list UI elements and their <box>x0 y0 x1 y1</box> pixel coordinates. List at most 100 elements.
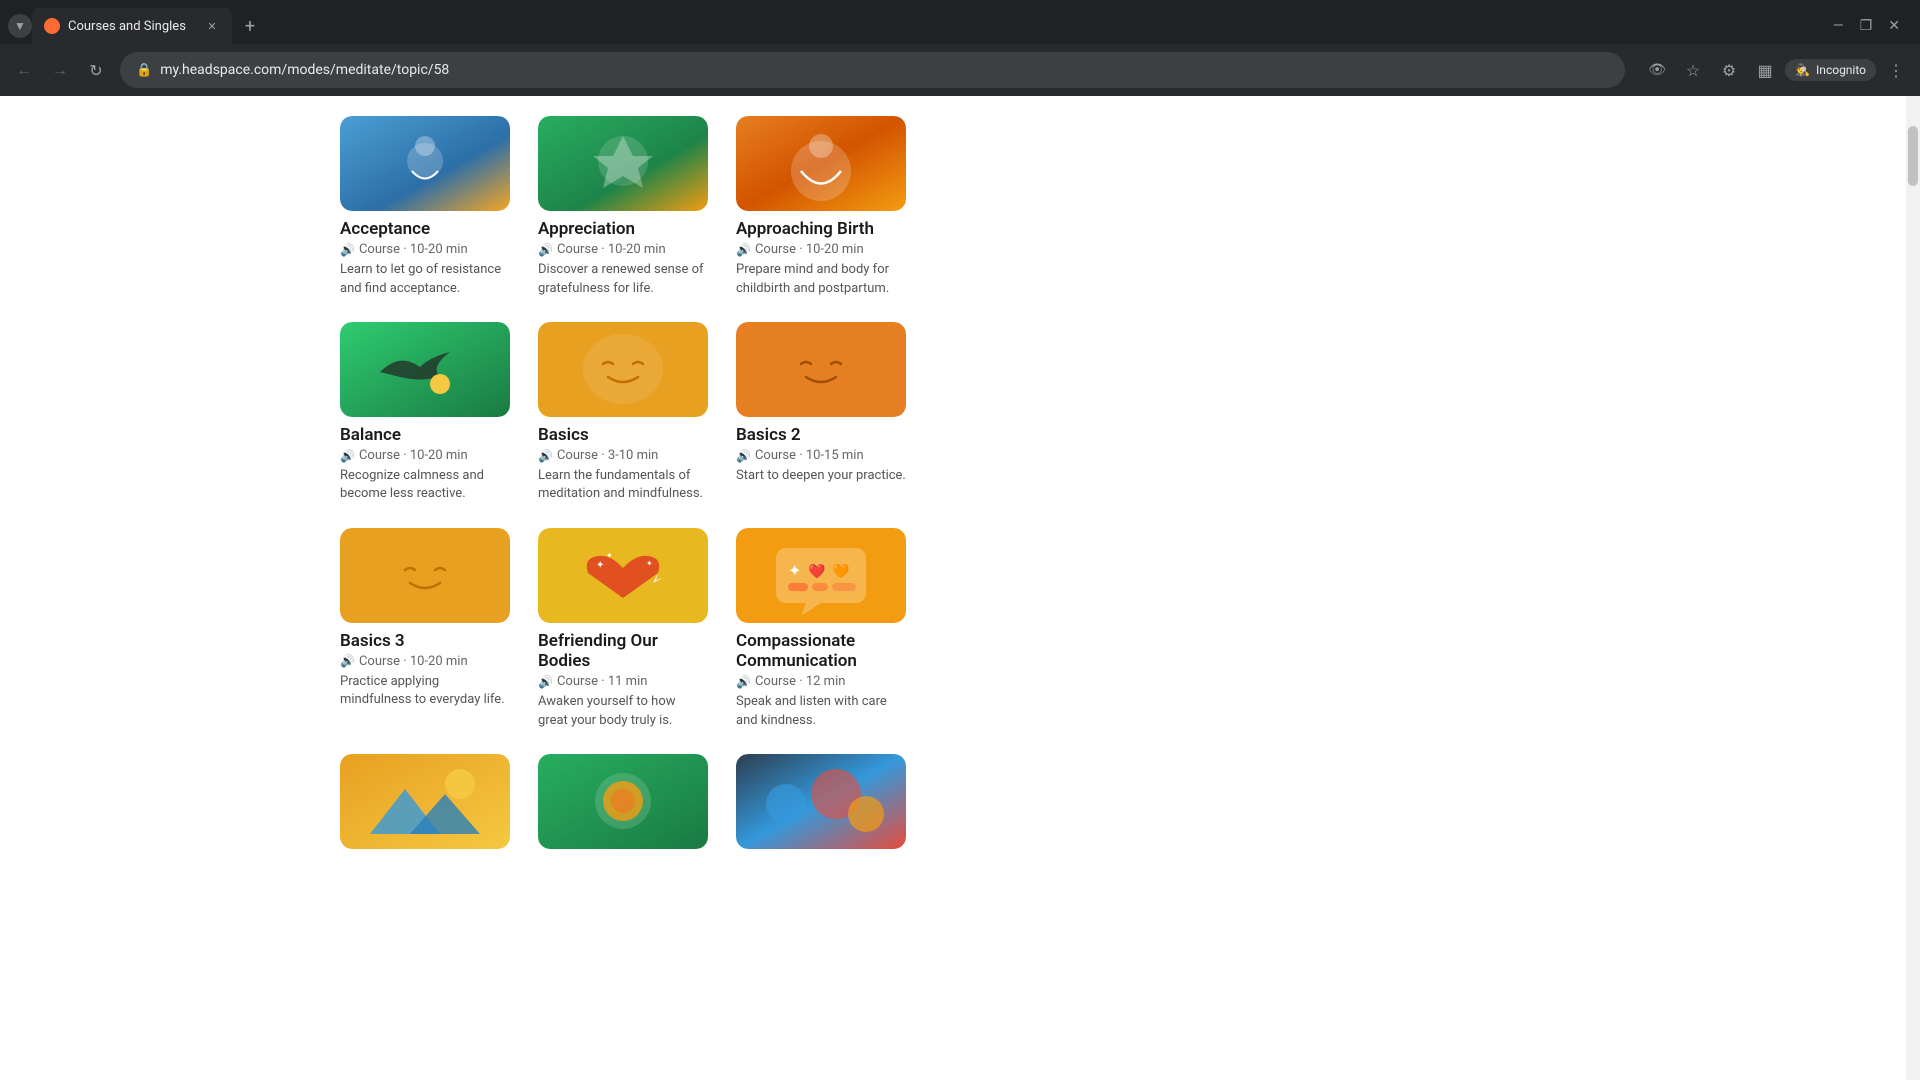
course-title-balance: Balance <box>340 425 510 445</box>
reload-button[interactable]: ↻ <box>80 54 112 86</box>
course-thumbnail-bottom1 <box>340 754 510 849</box>
address-actions: 👁 ☆ ⚙ ▦ 🕵 Incognito ⋮ <box>1641 54 1912 86</box>
eye-slash-icon[interactable]: 👁 <box>1641 54 1673 86</box>
course-desc-approaching-birth: Prepare mind and body for childbirth and… <box>736 261 906 297</box>
course-meta-acceptance: 🔊 Course · 10-20 min <box>340 242 510 257</box>
browser-window: ▼ Courses and Singles ✕ + — ❐ ✕ ← → ↻ 🔒 … <box>0 0 1920 96</box>
course-title-basics: Basics <box>538 425 708 445</box>
course-type-basics-3: Course · 10-20 min <box>359 654 468 669</box>
course-card-balance[interactable]: Balance 🔊 Course · 10-20 min Recognize c… <box>340 322 510 504</box>
sound-icon-appreciation: 🔊 <box>538 243 553 257</box>
sound-icon-basics-3: 🔊 <box>340 654 355 668</box>
course-type-approaching-birth: Course · 10-20 min <box>755 242 864 257</box>
url-bar[interactable]: 🔒 my.headspace.com/modes/meditate/topic/… <box>120 52 1625 88</box>
course-info-compassionate: Compassionate Communication 🔊 Course · 1… <box>736 631 906 730</box>
course-info-balance: Balance 🔊 Course · 10-20 min Recognize c… <box>340 425 510 504</box>
course-title-basics-2: Basics 2 <box>736 425 906 445</box>
page-content: Acceptance 🔊 Course · 10-20 min Learn to… <box>0 96 1920 1080</box>
tab-favicon <box>44 18 60 34</box>
course-meta-basics: 🔊 Course · 3-10 min <box>538 448 708 463</box>
new-tab-button[interactable]: + <box>236 12 264 40</box>
forward-button[interactable]: → <box>44 54 76 86</box>
course-meta-balance: 🔊 Course · 10-20 min <box>340 448 510 463</box>
url-text: my.headspace.com/modes/meditate/topic/58 <box>160 62 449 78</box>
courses-grid: Acceptance 🔊 Course · 10-20 min Learn to… <box>40 116 1880 857</box>
course-meta-compassionate: 🔊 Course · 12 min <box>736 674 906 689</box>
course-type-compassionate: Course · 12 min <box>755 674 845 689</box>
scrollbar-track <box>1906 96 1920 1080</box>
course-desc-appreciation: Discover a renewed sense of gratefulness… <box>538 261 708 297</box>
course-type-appreciation: Course · 10-20 min <box>557 242 666 257</box>
course-title-befriending: Befriending Our Bodies <box>538 631 708 672</box>
course-desc-balance: Recognize calmness and become less react… <box>340 467 510 503</box>
svg-text:✦: ✦ <box>596 560 604 571</box>
course-title-approaching-birth: Approaching Birth <box>736 219 906 239</box>
course-card-bottom1[interactable] <box>340 754 510 857</box>
bookmark-icon[interactable]: ☆ <box>1677 54 1709 86</box>
incognito-icon: 🕵 <box>1795 63 1810 77</box>
svg-text:🧡: 🧡 <box>832 563 850 580</box>
course-card-acceptance[interactable]: Acceptance 🔊 Course · 10-20 min Learn to… <box>340 116 510 298</box>
course-meta-approaching-birth: 🔊 Course · 10-20 min <box>736 242 906 257</box>
sound-icon-basics-2: 🔊 <box>736 449 751 463</box>
course-title-appreciation: Appreciation <box>538 219 708 239</box>
course-thumbnail-basics-2 <box>736 322 906 417</box>
course-card-appreciation[interactable]: Appreciation 🔊 Course · 10-20 min Discov… <box>538 116 708 298</box>
tab-close-button[interactable]: ✕ <box>204 18 220 34</box>
close-button[interactable]: ✕ <box>1888 18 1900 34</box>
course-info-approaching-birth: Approaching Birth 🔊 Course · 10-20 min P… <box>736 219 906 298</box>
course-card-befriending[interactable]: ✦ ✦ ✦ Befriending Our Bodies 🔊 Course · … <box>538 528 708 730</box>
course-title-compassionate: Compassionate Communication <box>736 631 906 672</box>
course-card-basics-2[interactable]: Basics 2 🔊 Course · 10-15 min Start to d… <box>736 322 906 504</box>
course-thumbnail-bottom3 <box>736 754 906 849</box>
svg-text:❤️: ❤️ <box>808 563 826 580</box>
sound-icon-basics: 🔊 <box>538 449 553 463</box>
window-controls: — ❐ ✕ <box>1833 18 1912 34</box>
sidebar-icon[interactable]: ▦ <box>1749 54 1781 86</box>
course-thumbnail-appreciation <box>538 116 708 211</box>
sound-icon: 🔊 <box>340 243 355 257</box>
course-type-acceptance: Course · 10-20 min <box>359 242 468 257</box>
sound-icon-compassionate: 🔊 <box>736 675 751 689</box>
course-desc-basics-3: Practice applying mindfulness to everyda… <box>340 673 510 709</box>
course-desc-compassionate: Speak and listen with care and kindness. <box>736 693 906 729</box>
course-card-compassionate[interactable]: ✦ ❤️ 🧡 Compassionate Communication 🔊 Cou… <box>736 528 906 730</box>
menu-button[interactable]: ⋮ <box>1880 54 1912 86</box>
course-title-basics-3: Basics 3 <box>340 631 510 651</box>
course-type-basics: Course · 3-10 min <box>557 448 658 463</box>
course-info-befriending: Befriending Our Bodies 🔊 Course · 11 min… <box>538 631 708 730</box>
sound-icon-balance: 🔊 <box>340 449 355 463</box>
course-thumbnail-befriending: ✦ ✦ ✦ <box>538 528 708 623</box>
address-bar: ← → ↻ 🔒 my.headspace.com/modes/meditate/… <box>0 44 1920 96</box>
incognito-label: Incognito <box>1816 63 1866 77</box>
course-info-appreciation: Appreciation 🔊 Course · 10-20 min Discov… <box>538 219 708 298</box>
course-thumbnail-approaching-birth <box>736 116 906 211</box>
scrollbar-thumb[interactable] <box>1908 126 1918 186</box>
tab-title: Courses and Singles <box>68 19 196 34</box>
course-type-befriending: Course · 11 min <box>557 674 647 689</box>
course-card-bottom3[interactable] <box>736 754 906 857</box>
sound-icon-approaching-birth: 🔊 <box>736 243 751 257</box>
lock-icon: 🔒 <box>136 63 152 78</box>
tab-list-button[interactable]: ▼ <box>8 14 32 38</box>
course-card-bottom2[interactable] <box>538 754 708 857</box>
course-thumbnail-balance <box>340 322 510 417</box>
course-type-balance: Course · 10-20 min <box>359 448 468 463</box>
course-desc-basics: Learn the fundamentals of meditation and… <box>538 467 708 503</box>
svg-text:✦: ✦ <box>788 561 801 580</box>
course-title-acceptance: Acceptance <box>340 219 510 239</box>
course-card-approaching-birth[interactable]: Approaching Birth 🔊 Course · 10-20 min P… <box>736 116 906 298</box>
course-thumbnail-basics <box>538 322 708 417</box>
tab-bar: ▼ Courses and Singles ✕ + — ❐ ✕ <box>0 0 1920 44</box>
back-button[interactable]: ← <box>8 54 40 86</box>
course-card-basics[interactable]: Basics 🔊 Course · 3-10 min Learn the fun… <box>538 322 708 504</box>
course-card-basics-3[interactable]: Basics 3 🔊 Course · 10-20 min Practice a… <box>340 528 510 730</box>
minimize-button[interactable]: — <box>1833 18 1844 34</box>
settings-icon[interactable]: ⚙ <box>1713 54 1745 86</box>
active-tab[interactable]: Courses and Singles ✕ <box>32 8 232 44</box>
course-meta-befriending: 🔊 Course · 11 min <box>538 674 708 689</box>
maximize-button[interactable]: ❐ <box>1860 18 1873 34</box>
course-info-basics-2: Basics 2 🔊 Course · 10-15 min Start to d… <box>736 425 906 486</box>
svg-text:✦: ✦ <box>606 551 613 560</box>
course-desc-basics-2: Start to deepen your practice. <box>736 467 906 485</box>
